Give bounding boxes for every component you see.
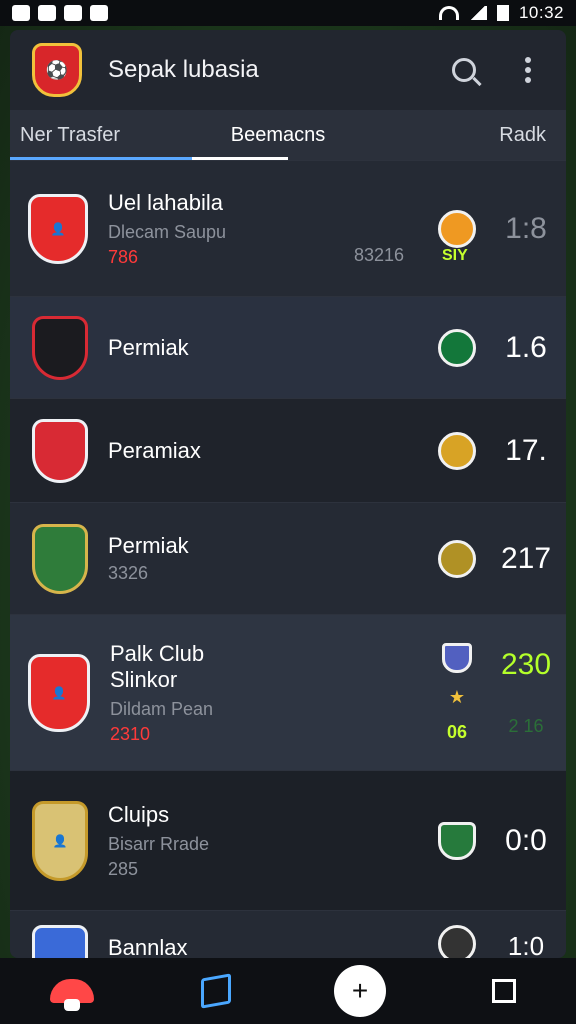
list-item[interactable]: Permiak 3326 217	[10, 502, 566, 614]
search-icon	[452, 58, 476, 82]
club-crest-icon: 👤	[32, 800, 88, 881]
match-score: 1:8	[505, 211, 547, 245]
club-name: Permiak	[108, 334, 189, 360]
club-info: Bannlax	[108, 925, 438, 958]
player-info: Palk Club Slinkor Dildam Pean 2310	[110, 641, 442, 745]
opponent-column: ★ 06	[442, 642, 472, 743]
list-item[interactable]: 👤 Cluips Bisarr Rrade 285 0:0	[10, 770, 566, 910]
player-photo-icon: 👤	[50, 221, 66, 236]
list-item[interactable]: 👤 Palk Club Slinkor Dildam Pean 2310 ★ 0…	[10, 614, 566, 770]
match-list: 👤 Uel lahabila Dlecam Saupu 786 83216 SI…	[10, 160, 566, 958]
club-crest-icon	[32, 925, 88, 958]
player-photo-icon: 👤	[51, 685, 67, 700]
wifi-icon	[438, 6, 459, 20]
app-panel: ⚽ Sepak lubasia Ner Trasfer Beemacns Rad…	[10, 30, 566, 958]
score-column: 230 2 16	[486, 648, 566, 737]
bottom-navigation: +	[0, 958, 576, 1024]
app-title: Sepak lubasia	[108, 56, 259, 83]
club-info: Permiak	[108, 335, 438, 361]
opponent-crest-icon	[438, 821, 476, 860]
signal-icon	[468, 6, 487, 20]
club-name: Bannlax	[108, 935, 188, 958]
club-crest-icon	[32, 523, 88, 594]
club-subtitle: Bisarr Rrade	[108, 833, 210, 854]
tab-transfer[interactable]: Ner Trasfer	[10, 110, 200, 160]
tab-label: Ner Trasfer	[20, 123, 121, 146]
status-bar: 10:32	[0, 0, 576, 26]
secondary-score: 2 16	[508, 716, 544, 736]
club-info: Cluips Bisarr Rrade 285	[108, 802, 438, 880]
home-icon	[50, 979, 94, 1011]
search-button[interactable]	[444, 50, 484, 90]
club-name: Peramiax	[108, 437, 201, 463]
club-info: Permiak 3326	[108, 533, 438, 584]
tab-rank[interactable]: Radk	[364, 110, 566, 160]
more-vertical-icon	[525, 57, 531, 83]
star-icon: ★	[448, 686, 466, 707]
match-score: 217	[500, 541, 552, 575]
opponent-crest-icon	[438, 209, 476, 248]
club-name: Cluips	[108, 801, 170, 827]
app-logo-icon: ⚽	[32, 43, 82, 97]
tab-bar: Ner Trasfer Beemacns Radk	[10, 110, 566, 160]
match-tag: SIY	[442, 247, 468, 264]
match-score: 230	[500, 648, 552, 681]
list-item[interactable]: Permiak 1.6	[10, 296, 566, 398]
more-options-button[interactable]	[508, 50, 548, 90]
nav-square-button[interactable]	[476, 963, 532, 1019]
status-right: 10:32	[438, 3, 564, 23]
player-name: Uel lahabila	[108, 189, 223, 215]
club-number: 285	[108, 858, 139, 879]
club-crest-icon	[32, 315, 88, 380]
opponent-crest-icon	[438, 925, 476, 958]
match-score: 1.6	[505, 330, 547, 364]
square-icon	[492, 979, 516, 1003]
match-tag: 06	[446, 721, 468, 742]
tab-label: Beemacns	[230, 123, 326, 146]
clock: 10:32	[518, 3, 564, 22]
club-subtitle: 3326	[108, 563, 149, 583]
player-subtitle: Dlecam Saupu	[108, 221, 227, 242]
club-info: Peramiax	[108, 438, 438, 464]
match-score: 17.	[505, 433, 547, 467]
list-item[interactable]: Bannlax 1:0	[10, 910, 566, 958]
notification-icon	[38, 5, 56, 21]
app-header: ⚽ Sepak lubasia	[10, 30, 566, 110]
add-icon: +	[334, 965, 386, 1017]
notification-icon	[90, 5, 108, 21]
opponent-crest-icon	[442, 642, 472, 673]
player-subtitle: Dildam Pean	[110, 698, 214, 719]
tab-label: Radk	[499, 123, 546, 146]
list-item[interactable]: 👤 Uel lahabila Dlecam Saupu 786 83216 SI…	[10, 160, 566, 296]
notification-icon	[12, 5, 30, 21]
nav-flag-button[interactable]	[188, 963, 244, 1019]
club-crest-icon	[32, 418, 88, 483]
tab-matches[interactable]: Beemacns	[192, 110, 364, 160]
player-name: Palk Club	[110, 640, 205, 666]
flag-icon	[201, 973, 231, 1009]
match-score: 1:0	[507, 931, 545, 958]
player-number: 2310	[110, 723, 151, 744]
status-left	[12, 5, 108, 21]
opponent-crest-icon	[438, 539, 476, 578]
player-name-line2: Slinkor	[110, 666, 178, 692]
nav-add-button[interactable]: +	[332, 963, 388, 1019]
nav-home-button[interactable]	[44, 963, 100, 1019]
player-photo-icon: 👤	[52, 833, 68, 848]
notification-icon	[64, 5, 82, 21]
opponent-crest-icon	[438, 328, 476, 367]
club-name: Permiak	[108, 533, 189, 558]
opponent-crest-icon	[438, 431, 476, 470]
player-crest-icon: 👤	[28, 193, 88, 264]
player-crest-icon: 👤	[28, 653, 90, 732]
list-item[interactable]: Peramiax 17.	[10, 398, 566, 502]
match-score: 0:0	[505, 823, 547, 857]
match-code: 83216	[354, 245, 405, 265]
battery-icon	[496, 5, 509, 21]
